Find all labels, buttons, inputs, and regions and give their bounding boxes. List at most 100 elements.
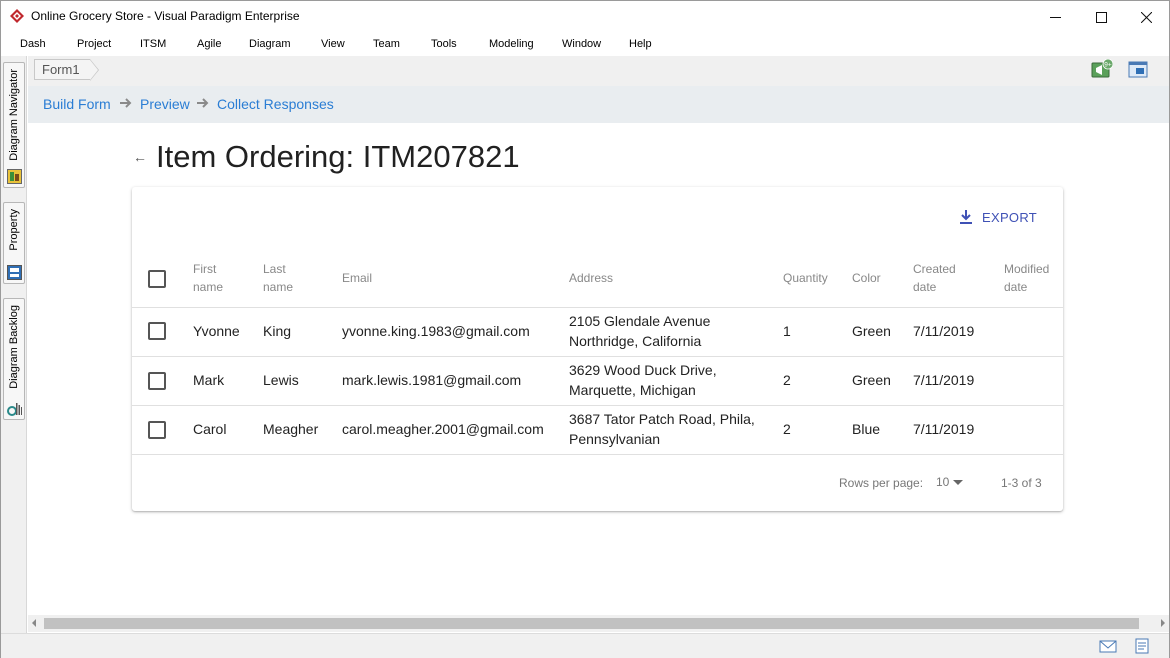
title-bar: Online Grocery Store - Visual Paradigm E… (1, 1, 1169, 33)
cell-email: yvonne.king.1983@gmail.com (342, 323, 530, 339)
cell-created-date: 7/11/2019 (913, 421, 975, 437)
step-build-form[interactable]: Build Form (43, 96, 111, 112)
mail-icon[interactable] (1099, 638, 1117, 654)
step-collect-responses[interactable]: Collect Responses (217, 96, 334, 112)
cell-quantity: 2 (783, 421, 791, 437)
cell-address: 3629 Wood Duck Drive, Marquette, Michiga… (569, 360, 717, 400)
cell-address: 2105 Glendale Avenue Northridge, Califor… (569, 311, 710, 351)
notes-icon[interactable] (1133, 638, 1151, 654)
header-modified-date[interactable]: Modified date (1004, 260, 1049, 296)
select-all-checkbox[interactable] (148, 270, 166, 288)
address-line: Pennsylvanian (569, 431, 661, 447)
notification-badge: 9+ (1104, 62, 1112, 69)
back-arrow-icon[interactable]: ← (133, 149, 147, 165)
rows-per-page-select[interactable]: 10 (936, 475, 949, 489)
header-label: Modified (1004, 262, 1050, 276)
row-checkbox[interactable] (148, 372, 166, 390)
close-button[interactable] (1123, 1, 1169, 33)
pagination-range: 1-3 of 3 (1001, 476, 1042, 490)
caret-down-icon[interactable] (953, 480, 963, 485)
announcement-icon[interactable]: 9+ (1091, 59, 1113, 79)
header-label: name (193, 280, 224, 294)
diagram-backlog-icon (7, 403, 22, 416)
header-label: date (1004, 280, 1028, 294)
cell-created-date: 7/11/2019 (913, 323, 975, 339)
cell-color: Green (852, 372, 891, 388)
horizontal-scrollbar[interactable] (28, 615, 1169, 632)
header-address[interactable]: Address (569, 269, 613, 287)
cell-quantity: 2 (783, 372, 791, 388)
side-tab-label: Property (8, 209, 20, 251)
visual-paradigm-logo-icon (10, 9, 24, 23)
page-title: Item Ordering: ITM207821 (156, 139, 520, 174)
scroll-left-icon[interactable] (32, 619, 36, 627)
cell-email: carol.meagher.2001@gmail.com (342, 421, 544, 437)
cell-last-name: Meagher (263, 421, 319, 437)
maximize-icon (1095, 11, 1107, 23)
address-line: 2105 Glendale Avenue (569, 313, 711, 329)
address-line: 3629 Wood Duck Drive, (569, 362, 717, 378)
breadcrumb-label: Form1 (42, 62, 80, 77)
menu-modeling[interactable]: Modeling (489, 38, 534, 50)
side-tab-diagram-backlog[interactable]: Diagram Backlog (3, 298, 25, 420)
menu-view[interactable]: View (321, 38, 345, 50)
cell-last-name: King (263, 323, 292, 339)
cell-first-name: Mark (193, 372, 225, 388)
side-tab-label: Diagram Navigator (8, 69, 20, 161)
export-button[interactable]: EXPORT (958, 209, 1037, 225)
status-bar (1, 633, 1169, 658)
cell-first-name: Yvonne (193, 323, 240, 339)
cell-created-date: 7/11/2019 (913, 372, 975, 388)
cell-first-name: Carol (193, 421, 227, 437)
diagram-navigator-icon (7, 169, 22, 184)
address-line: Northridge, California (569, 333, 702, 349)
menu-window[interactable]: Window (562, 38, 601, 50)
side-tab-property[interactable]: Property (3, 202, 25, 284)
header-quantity[interactable]: Quantity (783, 269, 828, 287)
window-title: Online Grocery Store - Visual Paradigm E… (31, 9, 300, 23)
scrollbar-thumb[interactable] (44, 618, 1139, 629)
menu-diagram[interactable]: Diagram (249, 38, 291, 50)
cell-color: Blue (852, 421, 881, 437)
responses-table-card: EXPORT First name Last name Email Addres… (132, 187, 1063, 511)
download-icon (960, 210, 972, 224)
header-last-name[interactable]: Last name (263, 260, 293, 296)
export-label: EXPORT (982, 209, 1038, 225)
menu-project[interactable]: Project (77, 38, 111, 50)
menu-itsm[interactable]: ITSM (140, 38, 166, 50)
maximize-button[interactable] (1078, 1, 1124, 33)
header-label: First (193, 262, 217, 276)
side-tab-diagram-navigator[interactable]: Diagram Navigator (3, 62, 25, 188)
editor-header: Form1 9+ (28, 56, 1169, 86)
arrow-right-icon (120, 98, 132, 108)
menu-agile[interactable]: Agile (197, 38, 221, 50)
header-created-date[interactable]: Created date (913, 260, 956, 296)
menu-tools[interactable]: Tools (431, 38, 457, 50)
layout-panel-icon[interactable] (1127, 59, 1149, 79)
minimize-icon (1049, 16, 1061, 18)
menu-help[interactable]: Help (629, 38, 652, 50)
header-label: Created (913, 262, 956, 276)
row-checkbox[interactable] (148, 322, 166, 340)
header-email[interactable]: Email (342, 269, 372, 287)
cell-quantity: 1 (783, 323, 791, 339)
arrow-right-icon (197, 98, 209, 108)
row-divider (132, 356, 1063, 357)
row-checkbox[interactable] (148, 421, 166, 439)
scroll-right-icon[interactable] (1161, 619, 1165, 627)
app-window: Online Grocery Store - Visual Paradigm E… (0, 0, 1170, 658)
header-first-name[interactable]: First name (193, 260, 223, 296)
header-color[interactable]: Color (852, 269, 881, 287)
menu-dash[interactable]: Dash (20, 38, 46, 50)
address-line: 3687 Tator Patch Road, Phila, (569, 411, 755, 427)
address-line: Marquette, Michigan (569, 382, 696, 398)
breadcrumb[interactable]: Form1 (34, 59, 99, 81)
row-divider (132, 454, 1063, 455)
minimize-button[interactable] (1032, 1, 1078, 33)
rows-per-page-label: Rows per page: (839, 476, 924, 490)
step-preview[interactable]: Preview (140, 96, 190, 112)
menu-team[interactable]: Team (373, 38, 400, 50)
header-label: date (913, 280, 937, 294)
cell-last-name: Lewis (263, 372, 299, 388)
close-icon (1140, 11, 1152, 23)
